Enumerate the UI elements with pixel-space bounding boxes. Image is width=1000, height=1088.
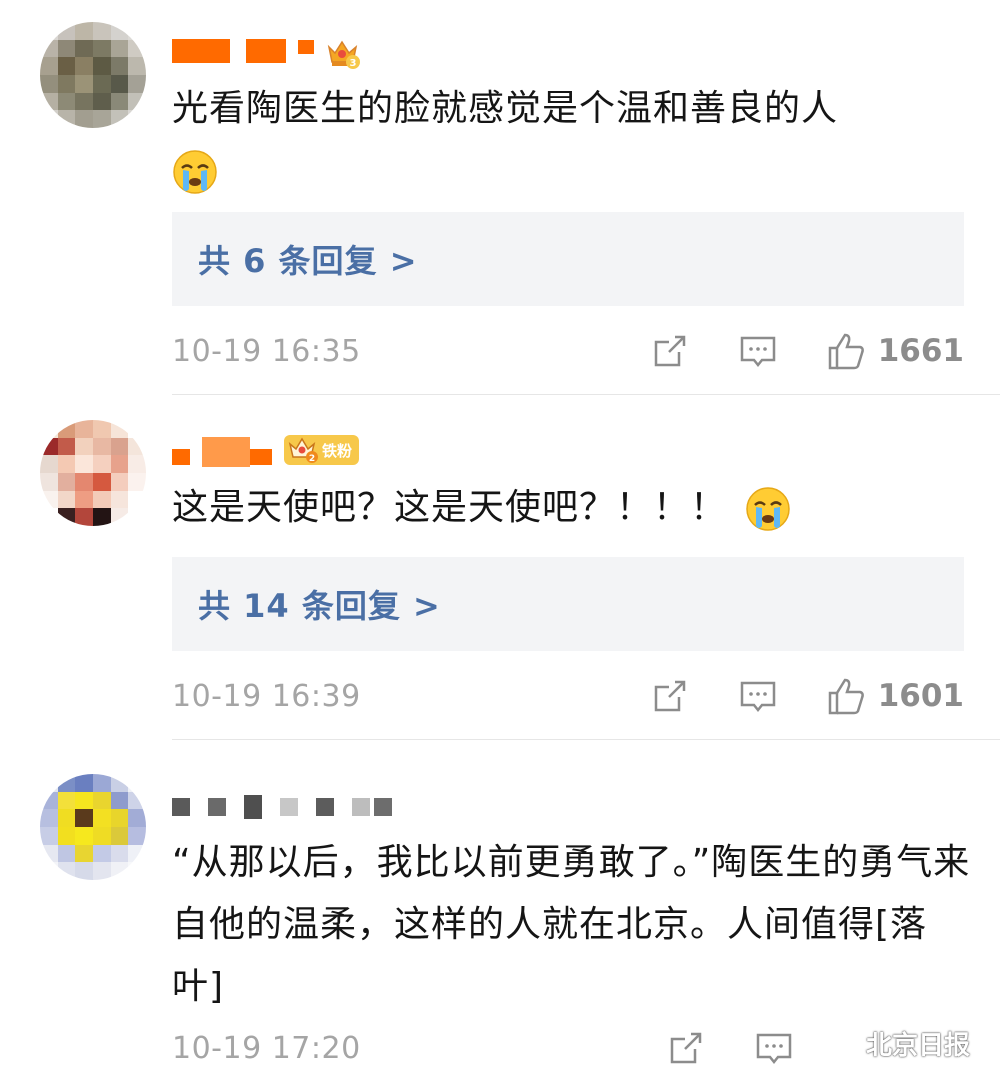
- username-redacted: [250, 449, 272, 465]
- like-icon: [828, 333, 864, 370]
- comment-icon[interactable]: [754, 1028, 794, 1068]
- comment-text-content: 这是天使吧？这是天使吧？！！！: [172, 487, 728, 528]
- comment-item: 3 光看陶医生的脸就感觉是个温和善良的人 共 6 条回复 > 10-19 16:…: [0, 0, 1000, 395]
- comment-text-content: “从那以后，我比以前更勇敢了。”陶医生的勇气来自他的温柔，这样的人就在北京。人间…: [172, 842, 971, 1007]
- comment-text: 光看陶医生的脸就感觉是个温和善良的人: [172, 78, 972, 202]
- like-button[interactable]: 1661: [826, 331, 964, 371]
- watermark: 北京日报: [818, 1025, 970, 1062]
- crown-badge-icon: 3: [326, 37, 360, 69]
- username-redacted: [172, 798, 190, 816]
- reply-count-label: 共 6 条回复 >: [198, 242, 418, 280]
- view-replies-button[interactable]: 共 14 条回复 >: [172, 557, 964, 651]
- username-redacted: [280, 798, 298, 816]
- username-redacted: [202, 437, 250, 467]
- username-redacted: [172, 39, 230, 63]
- crying-face-emoji: [745, 486, 791, 532]
- share-icon[interactable]: [650, 676, 690, 716]
- watermark-text: 北京日报: [865, 1031, 970, 1061]
- fan-badge: 2 铁粉: [284, 435, 360, 465]
- comment-item: 2 铁粉 这是天使吧？这是天使吧？！！！ 共 14 条回复 > 10-19 16…: [0, 395, 1000, 740]
- wechat-icon: [818, 1028, 857, 1058]
- username-redacted: [172, 449, 190, 465]
- view-replies-button[interactable]: 共 6 条回复 >: [172, 212, 964, 306]
- share-icon[interactable]: [650, 331, 690, 371]
- timestamp: 10-19 17:20: [172, 1030, 361, 1066]
- svg-text:3: 3: [350, 58, 357, 69]
- username[interactable]: 2 铁粉: [172, 427, 360, 473]
- comment-icon[interactable]: [738, 676, 778, 716]
- crown-badge-icon: 2: [288, 437, 318, 464]
- timestamp: 10-19 16:35: [172, 333, 361, 369]
- timestamp: 10-19 16:39: [172, 678, 361, 714]
- username-redacted: [316, 798, 334, 816]
- fan-badge-label: 铁粉: [322, 441, 353, 460]
- comment-footer: 10-19 16:39 1601: [172, 668, 964, 724]
- comment-icon[interactable]: [738, 331, 778, 371]
- like-count: 1601: [877, 678, 964, 714]
- avatar[interactable]: [40, 774, 146, 880]
- comment-text-content: 光看陶医生的脸就感觉是个温和善良的人: [172, 88, 839, 129]
- comment-text: 这是天使吧？这是天使吧？！！！: [172, 477, 972, 539]
- like-icon: [828, 678, 864, 715]
- username-redacted: [244, 795, 262, 819]
- username[interactable]: [172, 784, 392, 830]
- crying-face-emoji: [172, 149, 218, 195]
- username-redacted: [246, 39, 286, 63]
- avatar[interactable]: [40, 22, 146, 128]
- avatar[interactable]: [40, 420, 146, 526]
- reply-count-label: 共 14 条回复 >: [198, 587, 441, 625]
- like-count: 1661: [877, 333, 964, 369]
- username[interactable]: 3: [172, 28, 360, 74]
- username-redacted: [298, 40, 314, 54]
- username-redacted: [208, 798, 226, 816]
- username-redacted: [352, 798, 370, 816]
- share-icon[interactable]: [666, 1028, 706, 1068]
- comment-footer: 10-19 16:35 1661: [172, 323, 964, 379]
- comment-text: “从那以后，我比以前更勇敢了。”陶医生的勇气来自他的温柔，这样的人就在北京。人间…: [172, 832, 972, 1018]
- like-button[interactable]: 1601: [826, 676, 964, 716]
- username-redacted: [374, 798, 392, 816]
- svg-text:2: 2: [309, 454, 315, 464]
